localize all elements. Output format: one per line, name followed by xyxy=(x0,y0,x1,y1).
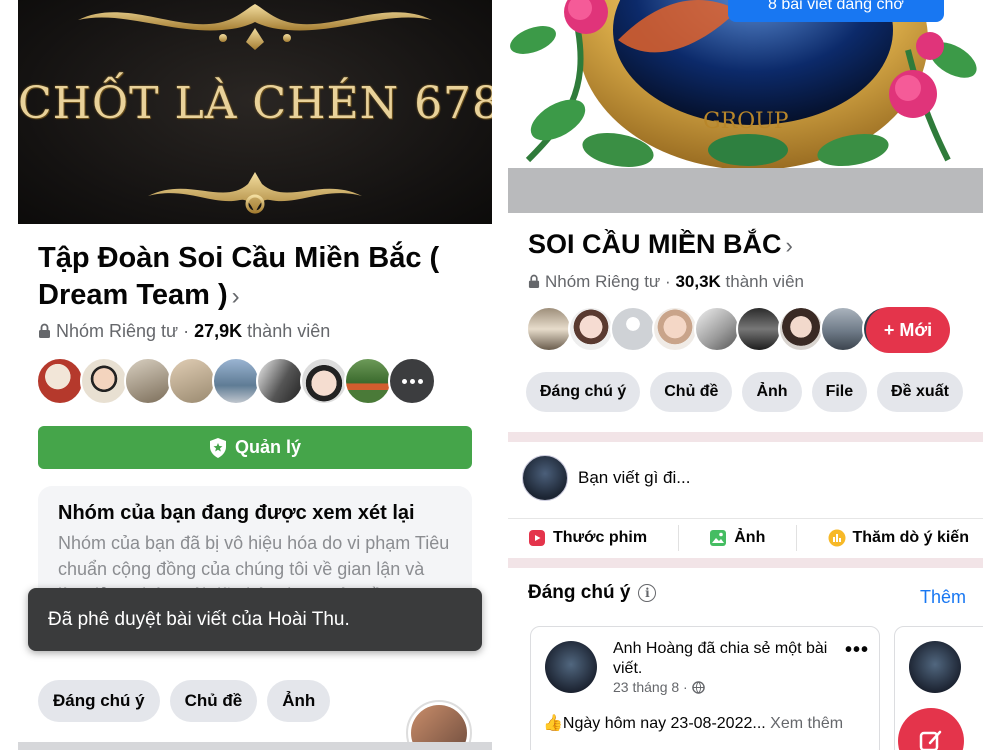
info-icon[interactable]: i xyxy=(638,584,657,602)
group-tabs: Đáng chú ý Chủ đề Ảnh xyxy=(38,680,340,722)
photo-icon xyxy=(710,529,727,546)
cover-bottom-bar xyxy=(508,168,983,213)
tab-files[interactable]: File xyxy=(811,372,868,412)
avatar[interactable] xyxy=(778,306,824,352)
avatar[interactable] xyxy=(736,306,782,352)
post-composer[interactable]: Bạn viết gì đi... xyxy=(522,454,972,502)
section-divider xyxy=(508,432,983,442)
author-avatar[interactable] xyxy=(545,641,597,693)
chevron-right-icon: › xyxy=(785,233,793,258)
svg-text:GROUP: GROUP xyxy=(703,109,789,134)
avatar[interactable] xyxy=(256,357,304,405)
lock-icon xyxy=(39,323,50,338)
avatar[interactable] xyxy=(694,306,740,352)
author-avatar[interactable] xyxy=(909,641,961,693)
avatar[interactable] xyxy=(344,357,392,405)
tab-photos[interactable]: Ảnh xyxy=(742,372,802,412)
see-more-link[interactable]: Xem thêm xyxy=(770,715,843,732)
photo-label: Ảnh xyxy=(734,528,766,546)
avatar[interactable] xyxy=(820,306,866,352)
see-more-featured-link[interactable]: Thêm xyxy=(920,587,966,608)
group-tabs: Đáng chú ý Chủ đề Ảnh File Đề xuất xyxy=(526,372,963,412)
post-date-text: 23 tháng 8 · xyxy=(613,679,688,695)
tab-topics[interactable]: Chủ đề xyxy=(169,680,258,722)
tab-suggested[interactable]: Đề xuất xyxy=(877,372,963,412)
privacy-label: Nhóm Riêng tư · xyxy=(545,272,671,291)
privacy-label: Nhóm Riêng tư · xyxy=(56,321,190,341)
member-count: 27,9K xyxy=(194,321,243,341)
group-meta: Nhóm Riêng tư · 27,9K thành viên xyxy=(38,321,330,342)
pending-posts-label: 8 bài viết đang chờ xyxy=(768,0,904,13)
cover-title-text: CHỐT LÀ CHÉN 6789 xyxy=(18,78,492,129)
toast-notification: Đã phê duyệt bài viết của Hoài Thu. xyxy=(28,588,482,651)
avatar[interactable] xyxy=(212,357,260,405)
group-cover-photo: GROUP 8 bài viết đang chờ xyxy=(508,0,983,168)
user-avatar xyxy=(522,455,568,501)
avatar[interactable] xyxy=(568,306,614,352)
tab-photos[interactable]: Ảnh xyxy=(267,680,331,722)
new-button[interactable]: + Mới xyxy=(866,307,950,353)
poll-label: Thăm dò ý kiến xyxy=(852,528,969,546)
group-name-text: SOI CẦU MIỀN BẮC xyxy=(528,229,782,259)
reels-icon xyxy=(529,529,545,546)
members-label: thành viên xyxy=(725,272,804,291)
tab-featured[interactable]: Đáng chú ý xyxy=(38,680,160,722)
manage-label: Quản lý xyxy=(234,437,301,457)
lock-icon xyxy=(528,274,540,288)
chevron-right-icon: › xyxy=(231,283,240,310)
members-label: thành viên xyxy=(247,321,331,341)
photo-action[interactable]: Ảnh xyxy=(709,529,765,547)
composer-actions: Thước phim Ảnh Thăm dò ý kiến xyxy=(508,518,983,556)
compose-icon xyxy=(919,730,942,750)
avatar[interactable] xyxy=(80,357,128,405)
more-members-icon[interactable] xyxy=(388,357,436,405)
cover-graphic: GROUP xyxy=(510,0,977,168)
post-excerpt: 👍Ngày hôm nay 23-08-2022... Xem thêm xyxy=(543,713,843,733)
post-excerpt-text: 👍Ngày hôm nay 23-08-2022... xyxy=(543,715,766,732)
shield-icon xyxy=(209,437,226,458)
member-count: 30,3K xyxy=(675,272,721,291)
group-name[interactable]: SOI CẦU MIỀN BẮC › xyxy=(528,229,793,260)
avatar[interactable] xyxy=(168,357,216,405)
member-avatars[interactable] xyxy=(36,357,436,405)
poll-action[interactable]: Thăm dò ý kiến xyxy=(828,529,969,547)
divider xyxy=(18,742,492,750)
composer-placeholder: Bạn viết gì đi... xyxy=(578,468,691,487)
divider xyxy=(795,524,797,551)
post-title: Anh Hoàng đã chia sẻ một bài viết. xyxy=(613,640,828,677)
toast-text: Đã phê duyệt bài viết của Hoài Thu. xyxy=(48,608,350,630)
group-meta: Nhóm Riêng tư · 30,3K thành viên xyxy=(528,272,804,292)
post-date: 23 tháng 8 · xyxy=(613,679,705,695)
avatar[interactable] xyxy=(610,306,656,352)
globe-icon xyxy=(691,681,705,694)
poll-icon xyxy=(828,529,845,546)
avatar[interactable] xyxy=(300,357,348,405)
more-dots-icon[interactable]: ••• xyxy=(845,639,869,662)
group-name[interactable]: Tập Đoàn Soi Cầu Miền Bắc ( Dream Team )… xyxy=(38,240,478,315)
section-divider xyxy=(508,558,983,568)
featured-post-card[interactable]: Anh Hoàng đã chia sẻ một bài viết. ••• 2… xyxy=(530,626,880,750)
avatar[interactable] xyxy=(652,306,698,352)
tab-featured[interactable]: Đáng chú ý xyxy=(526,372,641,412)
manage-button[interactable]: Quản lý xyxy=(38,426,472,469)
avatar[interactable] xyxy=(36,357,84,405)
featured-heading: Đáng chú ý i xyxy=(528,582,657,604)
review-title: Nhóm của bạn đang được xem xét lại xyxy=(58,502,415,524)
pending-posts-button[interactable]: 8 bài viết đang chờ xyxy=(728,0,944,22)
reels-action[interactable]: Thước phim xyxy=(528,529,647,547)
member-avatars[interactable] xyxy=(526,306,908,352)
avatar[interactable] xyxy=(526,306,572,352)
reels-label: Thước phim xyxy=(553,528,648,546)
group-cover-photo: CHỐT LÀ CHÉN 6789 xyxy=(18,0,492,224)
featured-title: Đáng chú ý xyxy=(528,582,631,603)
tab-topics[interactable]: Chủ đề xyxy=(650,372,733,412)
left-screenshot: CHỐT LÀ CHÉN 6789 Tập Đoàn Soi Cầu Miền … xyxy=(18,0,492,750)
right-screenshot: GROUP 8 bài viết đang chờ SOI CẦU MIỀN B… xyxy=(508,0,983,750)
divider xyxy=(677,524,679,551)
avatar[interactable] xyxy=(124,357,172,405)
